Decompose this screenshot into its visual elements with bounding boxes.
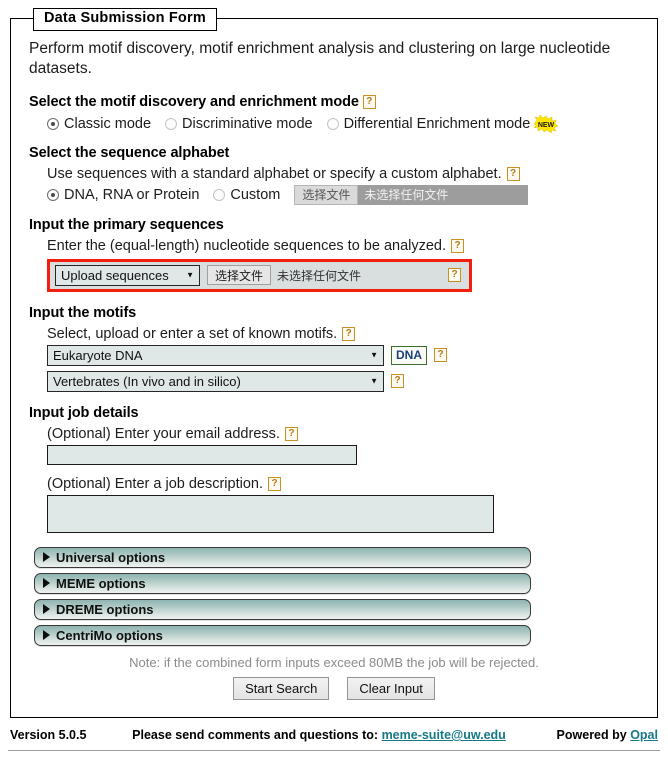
alphabet-subtitle-label: Use sequences with a standard alphabet o… [47, 165, 502, 182]
radio-label-standard: DNA, RNA or Protein [64, 186, 200, 203]
radio-indicator-classic[interactable] [47, 117, 59, 130]
section-title-motifs: Input the motifs [29, 305, 639, 321]
custom-alphabet-file-input: 选择文件 未选择任何文件 [294, 184, 529, 205]
sequences-subtitle-label: Enter the (equal-length) nucleotide sequ… [47, 237, 447, 254]
accordion-label-centrimo: CentriMo options [56, 627, 163, 643]
radio-classic-mode[interactable]: Classic mode [47, 116, 151, 132]
accordion-meme-options[interactable]: MEME options [34, 572, 531, 594]
start-search-button[interactable]: Start Search [233, 676, 330, 700]
job-description-field[interactable] [47, 494, 494, 533]
svg-text:NEW: NEW [538, 122, 555, 129]
section-title-sequences: Input the primary sequences [29, 217, 639, 233]
section-title-motifs-label: Input the motifs [29, 304, 137, 321]
contact-email-link[interactable]: meme-suite@uw.edu [382, 728, 506, 742]
radio-differential-enrichment-mode[interactable]: Differential Enrichment mode NEW [326, 114, 560, 133]
radio-indicator-custom[interactable] [213, 188, 226, 201]
form-legend: Data Submission Form [33, 8, 217, 31]
sequence-source-select[interactable]: Upload sequences [55, 264, 200, 286]
new-badge-icon: NEW [533, 114, 559, 133]
version-label: Version 5.0.5 [10, 728, 87, 742]
sequences-file-status: 未选择任何文件 [277, 268, 362, 283]
section-title-alphabet: Select the sequence alphabet [29, 145, 639, 161]
section-title-sequences-label: Input the primary sequences [29, 216, 224, 233]
help-icon-sequences[interactable]: ? [451, 238, 465, 253]
email-label: (Optional) Enter your email address. [47, 425, 280, 442]
help-icon-email[interactable]: ? [284, 426, 298, 441]
motif-subset-row: Vertebrates (In vivo and in silico) ▼ ? [47, 370, 639, 392]
page-footer: Version 5.0.5 Please send comments and q… [0, 728, 668, 742]
custom-alphabet-choose-file-button: 选择文件 [294, 184, 359, 205]
radio-label-differential: Differential Enrichment mode [343, 115, 531, 132]
radio-custom-alphabet[interactable]: Custom [213, 187, 280, 203]
section-title-alphabet-label: Select the sequence alphabet [29, 144, 230, 161]
help-icon-mode[interactable]: ? [362, 94, 376, 109]
help-icon-motif-subset[interactable]: ? [391, 374, 404, 389]
motif-db-select-wrap[interactable]: Eukaryote DNA ▼ [47, 344, 384, 366]
help-icon-motifs[interactable]: ? [342, 326, 356, 341]
contact-line: Please send comments and questions to: m… [130, 728, 508, 742]
sequences-input-highlight: Upload sequences ▼ 选择文件 未选择任何文件 ? [47, 258, 472, 292]
section-title-mode: Select the motif discovery and enrichmen… [29, 94, 639, 110]
alphabet-badge-dna: DNA [391, 345, 427, 365]
motifs-subtitle-label: Select, upload or enter a set of known m… [47, 325, 338, 342]
help-icon-description[interactable]: ? [268, 476, 281, 491]
section-title-job-details-label: Input job details [29, 404, 139, 421]
chevron-right-icon-centrimo [43, 630, 50, 641]
radio-indicator-discriminative[interactable] [165, 117, 178, 130]
radio-indicator-differential[interactable] [326, 117, 339, 130]
mode-radio-group: Classic mode Discriminative mode Differe… [47, 114, 639, 133]
clear-input-button[interactable]: Clear Input [347, 676, 435, 700]
section-title-job-details: Input job details [29, 405, 639, 421]
radio-label-custom: Custom [230, 186, 281, 203]
chevron-right-icon-dreme [43, 604, 50, 615]
form-action-buttons: Start Search Clear Input [29, 676, 639, 700]
sequences-file-input[interactable]: 选择文件 未选择任何文件 [207, 265, 377, 286]
motif-db-row: Eukaryote DNA ▼ DNA ? [47, 344, 639, 366]
form-intro-text: Perform motif discovery, motif enrichmen… [29, 40, 611, 78]
sequences-choose-file-button[interactable]: 选择文件 [207, 265, 272, 286]
alphabet-radio-group: DNA, RNA or Protein Custom 选择文件 未选择任何文件 [47, 184, 639, 205]
size-limit-note: Note: if the combined form inputs exceed… [129, 654, 539, 670]
accordion-label-dreme: DREME options [56, 601, 154, 617]
radio-label-classic: Classic mode [64, 115, 152, 132]
description-label: (Optional) Enter a job description. [47, 475, 263, 492]
powered-by-line: Powered by Opal [508, 728, 658, 742]
accordion-dreme-options[interactable]: DREME options [34, 598, 531, 620]
radio-label-discriminative: Discriminative mode [182, 115, 313, 132]
custom-alphabet-file-status: 未选择任何文件 [364, 188, 449, 203]
email-label-row: (Optional) Enter your email address. ? [47, 426, 639, 442]
chevron-right-icon-meme [43, 578, 50, 589]
section-title-mode-label: Select the motif discovery and enrichmen… [29, 93, 359, 110]
accordion-universal-options[interactable]: Universal options [34, 546, 531, 568]
accordion-centrimo-options[interactable]: CentriMo options [34, 624, 531, 646]
description-label-row: (Optional) Enter a job description. ? [47, 476, 639, 492]
motif-subset-select-wrap[interactable]: Vertebrates (In vivo and in silico) ▼ [47, 370, 384, 392]
alphabet-subtitle: Use sequences with a standard alphabet o… [47, 166, 639, 182]
options-accordion: Universal options MEME options DREME opt… [29, 546, 639, 646]
footer-divider [8, 750, 660, 751]
help-icon-sequences-upload[interactable]: ? [448, 268, 461, 283]
data-submission-form: Data Submission Form Perform motif disco… [10, 8, 658, 718]
sequence-source-select-wrap[interactable]: Upload sequences ▼ [55, 264, 200, 286]
sequences-subtitle: Enter the (equal-length) nucleotide sequ… [47, 238, 639, 254]
radio-standard-alphabet[interactable]: DNA, RNA or Protein [47, 187, 199, 203]
motif-database-select[interactable]: Eukaryote DNA [47, 344, 384, 366]
motifs-subtitle: Select, upload or enter a set of known m… [47, 326, 639, 342]
accordion-label-meme: MEME options [56, 575, 146, 591]
radio-indicator-standard[interactable] [47, 188, 59, 201]
contact-prefix: Please send comments and questions to: [132, 728, 379, 742]
help-icon-motif-db[interactable]: ? [434, 348, 447, 363]
accordion-label-universal: Universal options [56, 549, 166, 565]
email-field[interactable] [47, 444, 357, 465]
help-icon-alphabet[interactable]: ? [506, 166, 520, 181]
motif-subset-select[interactable]: Vertebrates (In vivo and in silico) [47, 370, 384, 392]
powered-by-prefix: Powered by [556, 728, 627, 742]
opal-link[interactable]: Opal [630, 728, 658, 742]
radio-discriminative-mode[interactable]: Discriminative mode [165, 116, 313, 132]
chevron-right-icon-universal [43, 552, 50, 563]
